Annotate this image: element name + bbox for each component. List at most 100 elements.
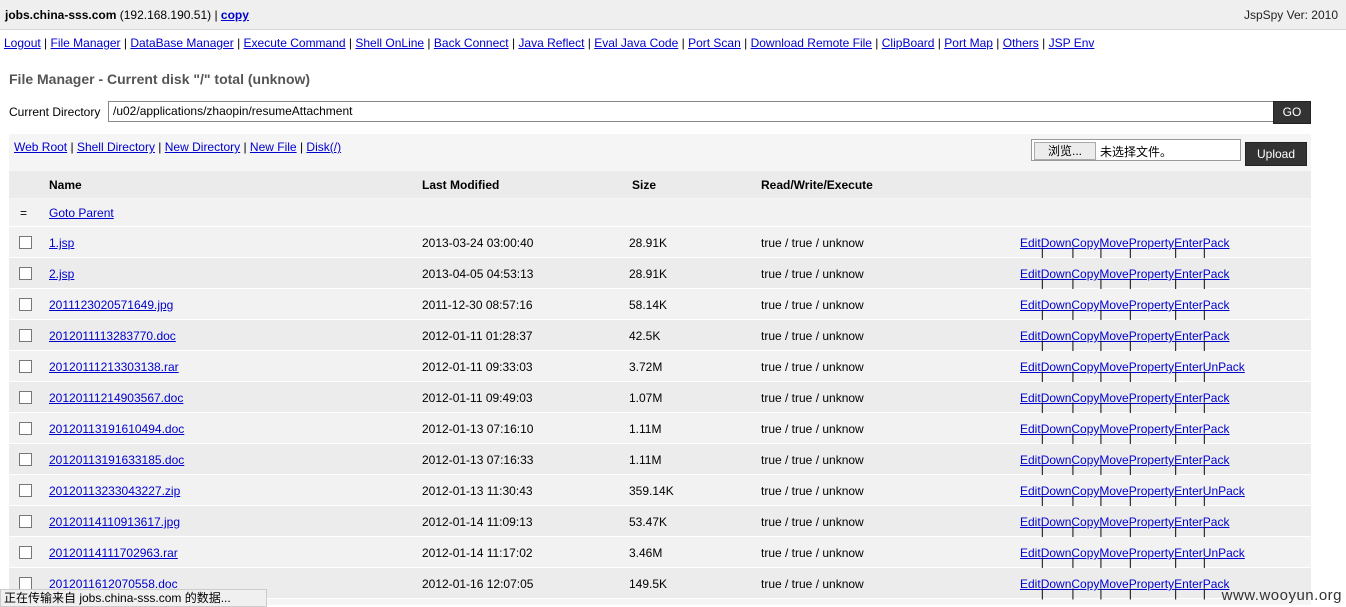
browse-button[interactable]: 浏览... bbox=[1034, 142, 1096, 160]
action-property[interactable]: Property bbox=[1129, 267, 1174, 281]
action-copy[interactable]: Copy bbox=[1071, 391, 1099, 405]
link-web-root[interactable]: Web Root bbox=[14, 140, 67, 154]
action-move[interactable]: Move bbox=[1099, 298, 1128, 312]
menu-item-download-remote-file[interactable]: Download Remote File bbox=[751, 36, 872, 50]
file-checkbox[interactable] bbox=[19, 453, 32, 466]
action-copy[interactable]: Copy bbox=[1071, 298, 1099, 312]
action-move[interactable]: Move bbox=[1099, 515, 1128, 529]
file-name-link[interactable]: 2012011113283770.doc bbox=[49, 329, 176, 343]
action-enter[interactable]: Enter bbox=[1174, 422, 1203, 436]
action-down[interactable]: Down bbox=[1041, 577, 1072, 591]
file-checkbox[interactable] bbox=[19, 360, 32, 373]
action-edit[interactable]: Edit bbox=[1020, 453, 1041, 467]
action-property[interactable]: Property bbox=[1129, 298, 1174, 312]
action-enter[interactable]: Enter bbox=[1174, 329, 1203, 343]
menu-item-clipboard[interactable]: ClipBoard bbox=[882, 36, 935, 50]
file-checkbox[interactable] bbox=[19, 236, 32, 249]
action-enter[interactable]: Enter bbox=[1174, 298, 1203, 312]
action-pack[interactable]: Pack bbox=[1203, 515, 1230, 529]
file-name-link[interactable]: 2.jsp bbox=[49, 267, 74, 281]
menu-item-port-map[interactable]: Port Map bbox=[944, 36, 993, 50]
file-checkbox[interactable] bbox=[19, 298, 32, 311]
file-name-link[interactable]: 20120111214903567.doc bbox=[49, 391, 183, 405]
action-edit[interactable]: Edit bbox=[1020, 267, 1041, 281]
action-property[interactable]: Property bbox=[1129, 360, 1174, 374]
current-directory-input[interactable]: /u02/applications/zhaopin/resumeAttachme… bbox=[108, 101, 1278, 122]
action-copy[interactable]: Copy bbox=[1071, 546, 1099, 560]
action-unpack[interactable]: UnPack bbox=[1203, 484, 1245, 498]
file-name-link[interactable]: 20120113233043227.zip bbox=[49, 484, 180, 498]
action-copy[interactable]: Copy bbox=[1071, 329, 1099, 343]
action-edit[interactable]: Edit bbox=[1020, 484, 1041, 498]
action-copy[interactable]: Copy bbox=[1071, 577, 1099, 591]
file-name-link[interactable]: 20120114111702963.rar bbox=[49, 546, 178, 560]
action-down[interactable]: Down bbox=[1041, 267, 1072, 281]
action-property[interactable]: Property bbox=[1129, 422, 1174, 436]
file-name-link[interactable]: 2011123020571649.jpg bbox=[49, 298, 173, 312]
action-down[interactable]: Down bbox=[1041, 422, 1072, 436]
action-enter[interactable]: Enter bbox=[1174, 360, 1203, 374]
go-button[interactable]: GO bbox=[1273, 101, 1311, 124]
action-property[interactable]: Property bbox=[1129, 484, 1174, 498]
action-copy[interactable]: Copy bbox=[1071, 484, 1099, 498]
action-edit[interactable]: Edit bbox=[1020, 577, 1041, 591]
menu-item-logout[interactable]: Logout bbox=[4, 36, 41, 50]
file-name-link[interactable]: 20120114110913617.jpg bbox=[49, 515, 180, 529]
action-enter[interactable]: Enter bbox=[1174, 453, 1203, 467]
action-unpack[interactable]: UnPack bbox=[1203, 546, 1245, 560]
file-name-link[interactable]: 20120113191633185.doc bbox=[49, 453, 184, 467]
action-property[interactable]: Property bbox=[1129, 236, 1174, 250]
action-property[interactable]: Property bbox=[1129, 515, 1174, 529]
menu-item-port-scan[interactable]: Port Scan bbox=[688, 36, 741, 50]
menu-item-jsp-env[interactable]: JSP Env bbox=[1049, 36, 1095, 50]
action-enter[interactable]: Enter bbox=[1174, 267, 1203, 281]
file-checkbox[interactable] bbox=[19, 267, 32, 280]
menu-item-eval-java-code[interactable]: Eval Java Code bbox=[594, 36, 678, 50]
file-checkbox[interactable] bbox=[19, 484, 32, 497]
action-down[interactable]: Down bbox=[1041, 515, 1072, 529]
file-name-link[interactable]: 20120111213303138.rar bbox=[49, 360, 179, 374]
action-move[interactable]: Move bbox=[1099, 577, 1128, 591]
action-pack[interactable]: Pack bbox=[1203, 236, 1230, 250]
action-pack[interactable]: Pack bbox=[1203, 298, 1230, 312]
menu-item-database-manager[interactable]: DataBase Manager bbox=[130, 36, 233, 50]
action-unpack[interactable]: UnPack bbox=[1203, 360, 1245, 374]
action-move[interactable]: Move bbox=[1099, 484, 1128, 498]
action-move[interactable]: Move bbox=[1099, 329, 1128, 343]
action-copy[interactable]: Copy bbox=[1071, 236, 1099, 250]
action-down[interactable]: Down bbox=[1041, 329, 1072, 343]
file-checkbox[interactable] bbox=[19, 422, 32, 435]
file-chooser[interactable]: 浏览... 未选择文件。 bbox=[1031, 139, 1241, 161]
file-checkbox[interactable] bbox=[19, 546, 32, 559]
action-move[interactable]: Move bbox=[1099, 422, 1128, 436]
link-disk[interactable]: Disk(/) bbox=[306, 140, 341, 154]
file-checkbox[interactable] bbox=[19, 391, 32, 404]
action-pack[interactable]: Pack bbox=[1203, 422, 1230, 436]
action-pack[interactable]: Pack bbox=[1203, 267, 1230, 281]
action-down[interactable]: Down bbox=[1041, 360, 1072, 374]
action-pack[interactable]: Pack bbox=[1203, 329, 1230, 343]
action-property[interactable]: Property bbox=[1129, 453, 1174, 467]
action-enter[interactable]: Enter bbox=[1174, 391, 1203, 405]
action-down[interactable]: Down bbox=[1041, 391, 1072, 405]
action-enter[interactable]: Enter bbox=[1174, 515, 1203, 529]
action-edit[interactable]: Edit bbox=[1020, 236, 1041, 250]
action-down[interactable]: Down bbox=[1041, 546, 1072, 560]
menu-item-execute-command[interactable]: Execute Command bbox=[244, 36, 346, 50]
action-enter[interactable]: Enter bbox=[1174, 577, 1203, 591]
file-checkbox[interactable] bbox=[19, 515, 32, 528]
action-move[interactable]: Move bbox=[1099, 546, 1128, 560]
action-edit[interactable]: Edit bbox=[1020, 329, 1041, 343]
menu-item-back-connect[interactable]: Back Connect bbox=[434, 36, 509, 50]
action-down[interactable]: Down bbox=[1041, 236, 1072, 250]
action-down[interactable]: Down bbox=[1041, 298, 1072, 312]
action-pack[interactable]: Pack bbox=[1203, 453, 1230, 467]
action-pack[interactable]: Pack bbox=[1203, 391, 1230, 405]
action-move[interactable]: Move bbox=[1099, 236, 1128, 250]
action-move[interactable]: Move bbox=[1099, 453, 1128, 467]
action-edit[interactable]: Edit bbox=[1020, 546, 1041, 560]
action-property[interactable]: Property bbox=[1129, 329, 1174, 343]
action-enter[interactable]: Enter bbox=[1174, 484, 1203, 498]
action-enter[interactable]: Enter bbox=[1174, 546, 1203, 560]
link-new-directory[interactable]: New Directory bbox=[165, 140, 240, 154]
